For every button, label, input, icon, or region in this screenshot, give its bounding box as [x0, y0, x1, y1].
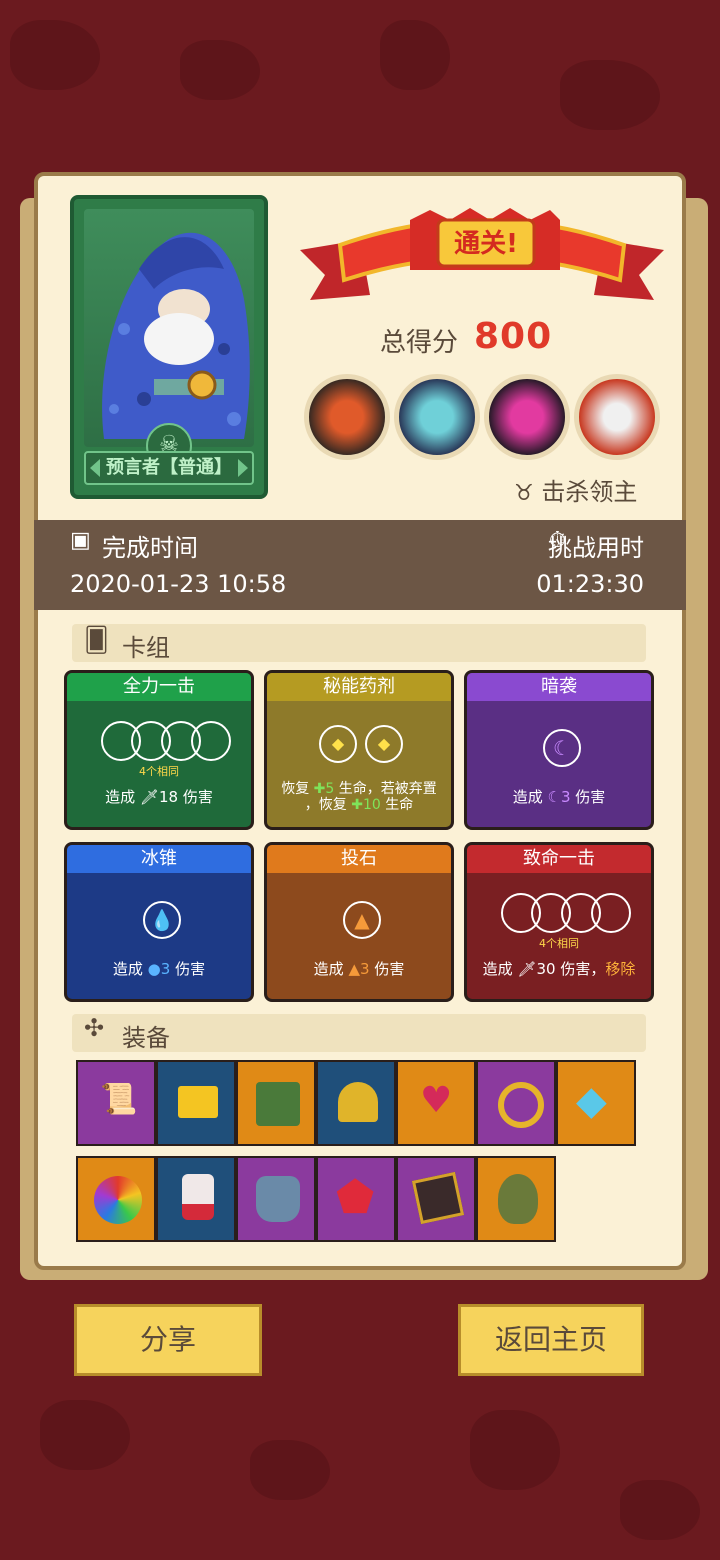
equipment-slot[interactable]: [156, 1060, 236, 1146]
card-title: 投石: [267, 845, 451, 873]
home-button[interactable]: 返回主页: [458, 1304, 644, 1376]
card-description: 造成 🗡18 伤害: [105, 788, 213, 806]
challenge-time-label: 挑战用时: [548, 534, 644, 562]
armor-icon: [256, 1176, 300, 1222]
background-shape: [180, 40, 260, 100]
crystal-shield-icon: ◆: [576, 1078, 607, 1124]
boss-avatar-3: [484, 374, 570, 460]
moon-slot-icon: ☾: [543, 729, 581, 767]
card-title: 致命一击: [467, 845, 651, 873]
card-description: 造成 ▲3 伤害: [313, 960, 405, 978]
ruby-icon: ⬟: [336, 1172, 375, 1223]
share-button[interactable]: 分享: [74, 1304, 262, 1376]
background-shape: [40, 1400, 130, 1470]
card-title: 秘能药剂: [267, 673, 451, 701]
equipment-slot[interactable]: [396, 1156, 476, 1242]
water-drop-icon: 💧: [143, 901, 181, 939]
cards-icon: 🂠: [84, 626, 109, 654]
equipment-slot[interactable]: [156, 1156, 236, 1242]
finish-time-value: 2020-01-23 10:58: [70, 570, 287, 598]
equipment-slot[interactable]: [236, 1060, 316, 1146]
hero-name-plate: 预言者【普通】: [84, 451, 254, 485]
diamond-slot-icon: ◆: [365, 725, 403, 763]
left-arrow-icon: [90, 459, 100, 477]
rainbow-orb-icon: [94, 1176, 142, 1224]
deck-label: 卡组: [122, 634, 170, 662]
card-description: 恢复 ✚5 生命，若被弃置 ，恢复 ✚10 生命: [281, 781, 437, 813]
clear-title: 通关!: [454, 229, 518, 259]
helmet-icon: [338, 1082, 378, 1122]
equipment-label: 装备: [122, 1024, 170, 1052]
equipment-slot[interactable]: ◆: [556, 1060, 636, 1146]
time-bar: ▣ 完成时间 2020-01-23 10:58 ⏱ 挑战用时 01:23:30: [34, 520, 686, 610]
boss-avatar-4: [574, 374, 660, 460]
deck-card[interactable]: 秘能药剂 ◆ ◆ 恢复 ✚5 生命，若被弃置 ，恢复 ✚10 生命: [264, 670, 454, 830]
diamond-slot-icon: ◆: [319, 725, 357, 763]
challenge-time-value: 01:23:30: [536, 570, 644, 598]
hero-name: 预言者【普通】: [106, 457, 232, 478]
equipment-slot[interactable]: 📜: [76, 1060, 156, 1146]
card-description: 造成 ☾3 伤害: [512, 788, 606, 806]
gold-bar-icon: [178, 1086, 218, 1118]
background-shape: [620, 1480, 700, 1540]
card-title: 冰锥: [67, 845, 251, 873]
moss-tome-icon: [256, 1082, 300, 1126]
wrench-icon: ✣: [84, 1014, 105, 1042]
same-requirement: 4个相同: [539, 937, 579, 950]
spellbook-icon: [411, 1171, 465, 1225]
background-shape: [560, 60, 660, 130]
boss-avatar-1: [304, 374, 390, 460]
scroll-icon: 📜: [100, 1082, 138, 1117]
dice-slots: [101, 721, 231, 761]
background-shape: [10, 20, 100, 90]
ring-icon: [498, 1082, 544, 1128]
deck-card[interactable]: 暗袭 ☾ 造成 ☾3 伤害: [464, 670, 654, 830]
crown-heart-icon: ♥: [420, 1080, 453, 1121]
dice-slots: [501, 893, 631, 933]
equipment-slot[interactable]: [236, 1156, 316, 1242]
equipment-slot[interactable]: [316, 1060, 396, 1146]
background-shape: [380, 20, 450, 90]
background-shape: [250, 1440, 330, 1500]
equipment-slot[interactable]: ♥: [396, 1060, 476, 1146]
clear-banner: 通关!: [300, 200, 664, 310]
rock-icon: ▲: [343, 901, 381, 939]
finish-time-label: 完成时间: [102, 534, 198, 562]
deck-card[interactable]: 冰锥 💧 造成 ●3 伤害: [64, 842, 254, 1002]
hero-portrait: [84, 209, 254, 447]
deck-card[interactable]: 全力一击 4个相同 造成 🗡18 伤害: [64, 670, 254, 830]
deck-header: 🂠 卡组: [72, 624, 646, 662]
boss-kills-label: ♉ 击杀领主: [514, 478, 638, 506]
score-value: 800: [474, 316, 553, 357]
boss-avatar-2: [394, 374, 480, 460]
equipment-slot[interactable]: [476, 1060, 556, 1146]
hero-card: ☠ 预言者【普通】: [70, 195, 268, 499]
score-row: 总得分 800: [380, 316, 580, 358]
card-title: 全力一击: [67, 673, 251, 701]
film-icon: ▣: [70, 528, 91, 553]
deck-card[interactable]: 投石 ▲ 造成 ▲3 伤害: [264, 842, 454, 1002]
equipment-slot[interactable]: ⬟: [316, 1156, 396, 1242]
background-shape: [470, 1410, 560, 1490]
equipment-slot[interactable]: [476, 1156, 556, 1242]
equipment-slot[interactable]: [76, 1156, 156, 1242]
potion-jar-icon: [182, 1174, 214, 1220]
sword-icon: 🗡: [139, 788, 159, 806]
score-label: 总得分: [380, 328, 459, 358]
card-title: 暗袭: [467, 673, 651, 701]
right-arrow-icon: [238, 459, 248, 477]
bull-skull-icon: ♉: [514, 481, 534, 506]
equipment-header: ✣ 装备: [72, 1014, 646, 1052]
skull-mask-icon: [498, 1174, 538, 1224]
card-description: 造成 🗡30 伤害，移除: [482, 960, 636, 978]
deck-card[interactable]: 致命一击 4个相同 造成 🗡30 伤害，移除: [464, 842, 654, 1002]
card-description: 造成 ●3 伤害: [112, 960, 206, 978]
same-requirement: 4个相同: [139, 765, 179, 778]
